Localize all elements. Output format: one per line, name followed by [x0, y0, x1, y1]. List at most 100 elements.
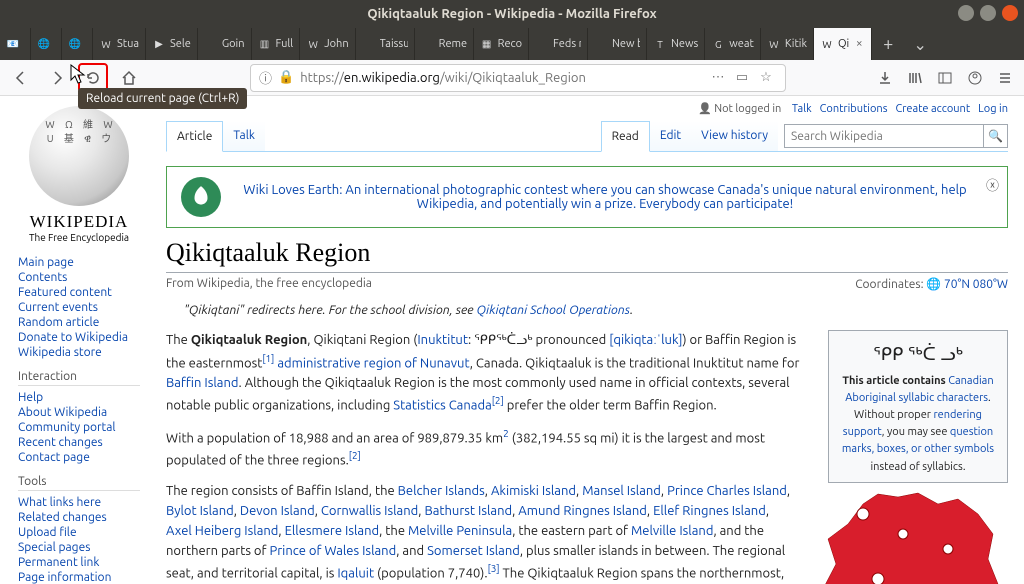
window-maximize-button[interactable]: [980, 5, 996, 21]
browser-tab[interactable]: TNews: [647, 28, 705, 60]
browser-tab[interactable]: Remem: [415, 28, 474, 60]
sidebar-link[interactable]: Related changes: [18, 510, 140, 525]
browser-tab[interactable]: Goin: [198, 28, 252, 60]
sidebar-link[interactable]: Community portal: [18, 420, 140, 435]
browser-tab[interactable]: ▶Sele: [146, 28, 198, 60]
reader-mode-icon[interactable]: ▭: [731, 70, 753, 85]
browser-tab[interactable]: Taissum: [356, 28, 415, 60]
sidebar-link[interactable]: Page information: [18, 570, 140, 584]
ref-2b[interactable]: [2]: [349, 450, 361, 461]
hatnote-link[interactable]: Qikiqtani School Operations: [476, 303, 630, 317]
sidebar-link[interactable]: Contact page: [18, 450, 140, 465]
library-button[interactable]: [902, 63, 928, 93]
sidebar-link[interactable]: Main page: [18, 255, 140, 270]
page-tab[interactable]: Talk: [223, 121, 265, 151]
sidebar-link[interactable]: Contents: [18, 270, 140, 285]
browser-tab[interactable]: ▦Reco: [474, 28, 529, 60]
sidebar-link[interactable]: What links here: [18, 495, 140, 510]
link-melville-pen[interactable]: Melville Peninsula: [408, 524, 512, 538]
page-tab[interactable]: View history: [691, 121, 778, 151]
link-statcan[interactable]: Statistics Canada: [393, 398, 491, 412]
menu-button[interactable]: [992, 63, 1018, 93]
sidebar-link[interactable]: Random article: [18, 315, 140, 330]
browser-tab[interactable]: WQi×: [814, 28, 872, 60]
browser-tab[interactable]: 📧: [0, 28, 31, 60]
link-island[interactable]: Ellef Ringnes Island: [653, 504, 766, 518]
browser-tab[interactable]: ▥Full: [252, 28, 301, 60]
link-melville-isl[interactable]: Melville Island: [631, 524, 713, 538]
page-tab[interactable]: Edit: [650, 121, 691, 151]
page-tab[interactable]: Article: [166, 121, 223, 152]
sidebar-link[interactable]: Special pages: [18, 540, 140, 555]
link-island[interactable]: Ellesmere Island: [285, 524, 380, 538]
link-island[interactable]: Belcher Islands: [398, 484, 485, 498]
downloads-button[interactable]: [872, 63, 898, 93]
window-close-button[interactable]: [1002, 5, 1018, 21]
link-ipa[interactable]: [qikiqtaːˈluk]: [609, 333, 682, 347]
sidebar-link[interactable]: Wikipedia store: [18, 345, 140, 360]
link-admin-region[interactable]: administrative region of Nunavut: [277, 356, 469, 370]
link-island[interactable]: Prince Charles Island: [667, 484, 787, 498]
bookmark-star-icon[interactable]: ☆: [755, 70, 777, 85]
sidebar-link[interactable]: Current events: [18, 300, 140, 315]
coordinates-link[interactable]: 70°N 080°W: [944, 278, 1008, 291]
link-island[interactable]: Bylot Island: [166, 504, 234, 518]
wiki-sidebar: WIKIPEDIA The Free Encyclopedia Main pag…: [0, 96, 150, 584]
forward-button[interactable]: [42, 63, 72, 93]
link-island[interactable]: Axel Heiberg Island: [166, 524, 278, 538]
link-island[interactable]: Devon Island: [240, 504, 315, 518]
ref-1[interactable]: [1]: [262, 353, 274, 364]
url-bar[interactable]: ⓘ 🔒 https://en.wikipedia.org/wiki/Qikiqt…: [250, 64, 786, 92]
new-tab-button[interactable]: +: [872, 28, 904, 60]
sidebar-link[interactable]: Donate to Wikipedia: [18, 330, 140, 345]
banner-link[interactable]: Wiki Loves Earth: An international photo…: [233, 183, 977, 211]
sidebar-link[interactable]: Upload file: [18, 525, 140, 540]
sidebar-link[interactable]: About Wikipedia: [18, 405, 140, 420]
link-island[interactable]: Mansel Island: [582, 484, 661, 498]
sidebar-link[interactable]: Permanent link: [18, 555, 140, 570]
link-iqaluit[interactable]: Iqaluit: [337, 566, 374, 580]
lock-icon[interactable]: 🔒: [278, 70, 294, 85]
banner-dismiss-button[interactable]: ⓧ: [986, 175, 999, 194]
page-actions-icon[interactable]: ⋯: [707, 70, 729, 85]
account-button[interactable]: [962, 63, 988, 93]
browser-tab[interactable]: WJohn: [300, 28, 355, 60]
wikipedia-logo[interactable]: WIKIPEDIA The Free Encyclopedia: [18, 106, 140, 243]
link-island[interactable]: Akimiski Island: [491, 484, 576, 498]
tab-label: Stua: [117, 38, 139, 50]
browser-tab[interactable]: 🌐: [31, 28, 62, 60]
browser-tab[interactable]: WKitik: [761, 28, 814, 60]
sidebar-link[interactable]: Featured content: [18, 285, 140, 300]
link-pow[interactable]: Prince of Wales Island: [269, 544, 396, 558]
link-island[interactable]: Amund Ringnes Island: [518, 504, 647, 518]
back-button[interactable]: [6, 63, 36, 93]
browser-tab[interactable]: Gweat: [705, 28, 761, 60]
sidebar-link[interactable]: Recent changes: [18, 435, 140, 450]
tab-overflow-button[interactable]: ⌄: [904, 28, 936, 60]
page-tab[interactable]: Read: [601, 121, 650, 152]
link-baffin[interactable]: Baffin Island: [166, 376, 239, 390]
link-somerset[interactable]: Somerset Island: [427, 544, 520, 558]
browser-tab[interactable]: Feds re: [529, 28, 588, 60]
tab-favicon-icon: W: [820, 37, 834, 51]
personal-link[interactable]: Talk: [792, 103, 812, 115]
link-island[interactable]: Cornwallis Island: [321, 504, 418, 518]
personal-link[interactable]: Create account: [895, 103, 970, 115]
personal-link[interactable]: Log in: [978, 103, 1008, 115]
link-inuktitut[interactable]: Inuktitut: [417, 333, 468, 347]
search-input[interactable]: [784, 124, 984, 148]
browser-tab[interactable]: New bo: [588, 28, 647, 60]
link-island[interactable]: Bathurst Island: [424, 504, 512, 518]
ref-2a[interactable]: [2]: [492, 395, 504, 406]
browser-tab[interactable]: WStua: [93, 28, 146, 60]
sidebar-button[interactable]: [932, 63, 958, 93]
site-info-icon[interactable]: ⓘ: [259, 68, 272, 87]
tab-close-button[interactable]: ×: [853, 38, 865, 50]
window-minimize-button[interactable]: [958, 5, 974, 21]
sidebar-link[interactable]: Help: [18, 390, 140, 405]
browser-tab[interactable]: 🌐: [62, 28, 93, 60]
ref-3[interactable]: [3]: [488, 563, 500, 574]
region-map[interactable]: [808, 489, 1008, 584]
search-button[interactable]: 🔍: [984, 124, 1008, 148]
personal-link[interactable]: Contributions: [820, 103, 888, 115]
